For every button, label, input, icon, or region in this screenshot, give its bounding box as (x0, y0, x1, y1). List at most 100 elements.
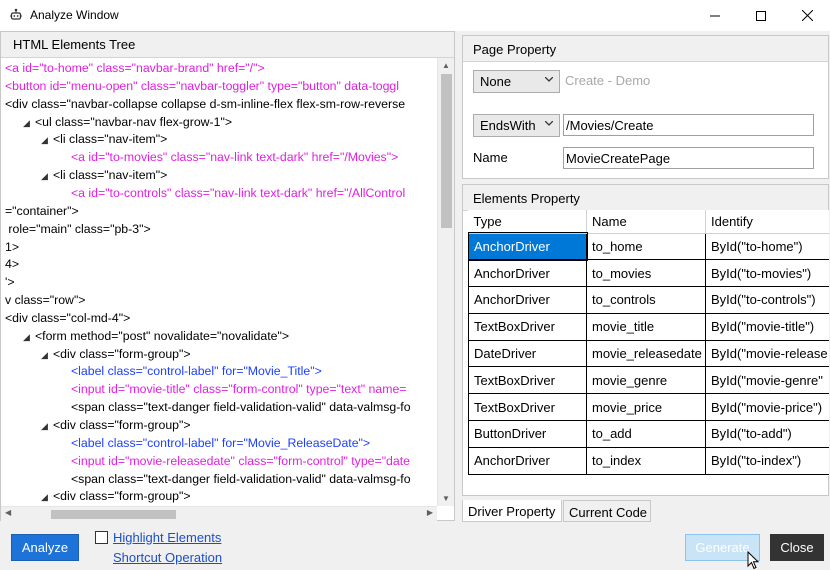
tree-node[interactable]: <a id="to-controls" class="nav-link text… (71, 184, 405, 202)
page-url-field[interactable]: /Movies/Create (563, 114, 814, 136)
table-row[interactable]: AnchorDriver to_controls ById("to-controls… (468, 286, 829, 314)
expand-arrow-icon[interactable]: ◢ (41, 131, 53, 149)
tree-node[interactable]: ◢ <div class="form-group"> (41, 487, 191, 505)
cell-identify[interactable]: ById("movie-title") (705, 312, 829, 341)
tree-node[interactable]: '> (5, 273, 15, 291)
tree-node[interactable]: ◢ <div class="form-group"> (41, 345, 191, 363)
cell-identify[interactable]: ById("movie-price") (705, 393, 829, 422)
html-elements-tree[interactable]: <a id="to-home" class="navbar-brand" hre… (1, 58, 437, 506)
tree-node[interactable]: ◢ <form method="post" novalidate="novalid… (23, 327, 289, 345)
tree-vertical-scrollbar[interactable]: ▲ ▼ (437, 58, 454, 506)
tree-node-text: '> (5, 275, 15, 290)
cell-name[interactable]: to_movies (586, 259, 706, 288)
table-row[interactable]: DateDriver movie_releasedate ById("movie-r… (468, 339, 829, 368)
cell-identify[interactable]: ById("to-add") (705, 420, 829, 448)
tree-node[interactable]: <input id="movie-releasedate" class="for… (71, 452, 410, 470)
expand-arrow-icon[interactable]: ◢ (41, 346, 53, 364)
tree-horizontal-scrollbar[interactable]: ◀ ▶ (1, 506, 437, 521)
cell-type[interactable]: TextBoxDriver (468, 366, 587, 395)
minimize-button[interactable] (692, 0, 738, 31)
analyze-button[interactable]: Analyze (11, 534, 79, 561)
table-row[interactable]: AnchorDriver to_index ById("to-index") (468, 446, 829, 475)
column-header-identify[interactable]: Identify (705, 210, 829, 234)
minimize-icon (710, 15, 720, 16)
cell-type[interactable]: DateDriver (468, 339, 587, 368)
cell-identify[interactable]: ById("to-controls") (705, 286, 829, 314)
cell-name[interactable]: to_controls (586, 286, 706, 314)
cell-name[interactable]: movie_title (586, 312, 706, 341)
title-match-dropdown[interactable]: None (473, 70, 560, 93)
tab-driver-property[interactable]: Driver Property (462, 500, 562, 522)
elements-property-header: Elements Property (463, 185, 828, 211)
cell-type[interactable]: ButtonDriver (468, 420, 587, 448)
tree-node[interactable]: <label class="control-label" for="Movie_… (71, 434, 370, 452)
tree-node[interactable]: <div class="navbar-collapse collapse d-s… (5, 95, 405, 113)
table-row[interactable]: ButtonDriver to_add ById("to-add") (468, 420, 829, 448)
shortcut-operation-link[interactable]: Shortcut Operation (113, 550, 222, 565)
tree-node[interactable]: <input id="movie-title" class="form-cont… (71, 380, 406, 398)
tree-node[interactable]: ◢ <li class="nav-item"> (41, 130, 167, 148)
cell-name[interactable]: to_add (586, 420, 706, 448)
expand-arrow-icon[interactable]: ◢ (23, 114, 35, 132)
tree-node[interactable]: <a id="to-home" class="navbar-brand" hre… (5, 59, 265, 77)
tree-node[interactable]: ◢ <div class="form-group"> (41, 416, 191, 434)
cell-identify[interactable]: ById("to-movies") (705, 259, 829, 288)
cell-identify[interactable]: ById("movie-release (705, 339, 829, 368)
tree-node[interactable]: 4> (5, 255, 19, 273)
cell-type[interactable]: AnchorDriver (468, 446, 587, 475)
cell-identify[interactable]: ById("movie-genre" (705, 366, 829, 395)
url-match-dropdown[interactable]: EndsWith (473, 114, 560, 137)
scrollbar-thumb[interactable] (51, 510, 176, 519)
cell-type[interactable]: AnchorDriver (468, 286, 587, 314)
cell-name[interactable]: to_index (586, 446, 706, 475)
page-title-field[interactable]: Create - Demo (563, 70, 813, 92)
tab-current-code[interactable]: Current Code (563, 500, 651, 522)
tree-node[interactable]: <button id="menu-open" class="navbar-tog… (5, 77, 399, 95)
expand-arrow-icon[interactable]: ◢ (41, 417, 53, 435)
tree-node[interactable]: <div class="col-md-4"> (5, 309, 130, 327)
table-row[interactable]: AnchorDriver to_home ById("to-home") (468, 232, 829, 261)
cell-type[interactable]: AnchorDriver (468, 259, 587, 288)
cell-type[interactable]: AnchorDriver (468, 232, 588, 261)
tree-node[interactable]: <a id="to-movies" class="nav-link text-d… (71, 148, 398, 166)
tree-node[interactable]: ◢ <ul class="navbar-nav flex-grow-1"> (23, 113, 232, 131)
tree-node[interactable]: <span class="text-danger field-validatio… (71, 470, 411, 488)
scroll-up-icon[interactable]: ▲ (442, 61, 450, 70)
scroll-right-icon[interactable]: ▶ (427, 508, 433, 517)
table-row[interactable]: TextBoxDriver movie_genre ById("movie-genr… (468, 366, 829, 395)
expand-arrow-icon[interactable]: ◢ (41, 488, 53, 506)
cell-identify[interactable]: ById("to-home") (705, 232, 829, 261)
tree-node[interactable]: v class="row"> (5, 291, 86, 309)
cell-type[interactable]: TextBoxDriver (468, 393, 587, 422)
cell-name[interactable]: movie_genre (586, 366, 706, 395)
tree-node[interactable]: ="container"> (5, 202, 79, 220)
highlight-elements-checkbox[interactable] (95, 531, 108, 544)
scrollbar-thumb[interactable] (441, 74, 452, 228)
highlight-elements-link[interactable]: Highlight Elements (113, 530, 221, 545)
chevron-down-icon (545, 77, 553, 82)
tree-node[interactable]: <label class="control-label" for="Movie_… (71, 362, 322, 380)
close-button[interactable]: Close (770, 534, 824, 561)
elements-grid[interactable]: Type Name Identify AnchorDriver to_home By… (468, 210, 829, 476)
table-row[interactable]: TextBoxDriver movie_title ById("movie-titl… (468, 312, 829, 341)
cell-type[interactable]: TextBoxDriver (468, 312, 587, 341)
scroll-down-icon[interactable]: ▼ (442, 494, 450, 503)
cell-name[interactable]: movie_price (586, 393, 706, 422)
cell-name[interactable]: movie_releasedate (586, 339, 706, 368)
tree-node[interactable]: ◢ <li class="nav-item"> (41, 166, 167, 184)
tree-node[interactable]: 1> (5, 238, 19, 256)
table-row[interactable]: TextBoxDriver movie_price ById("movie-pric… (468, 393, 829, 422)
cell-identify[interactable]: ById("to-index") (705, 446, 829, 475)
table-row[interactable]: AnchorDriver to_movies ById("to-movies") (468, 259, 829, 288)
close-window-button[interactable] (784, 0, 830, 31)
column-header-name[interactable]: Name (586, 210, 706, 234)
scroll-left-icon[interactable]: ◀ (5, 508, 11, 517)
tree-node[interactable]: role="main" class="pb-3"> (5, 220, 150, 238)
tree-node[interactable]: <span class="text-danger field-validatio… (71, 398, 411, 416)
column-header-type[interactable]: Type (468, 210, 587, 234)
expand-arrow-icon[interactable]: ◢ (41, 167, 53, 185)
expand-arrow-icon[interactable]: ◢ (23, 328, 35, 346)
maximize-button[interactable] (738, 0, 784, 31)
page-name-field[interactable]: MovieCreatePage (563, 147, 814, 169)
cell-name[interactable]: to_home (586, 232, 706, 261)
